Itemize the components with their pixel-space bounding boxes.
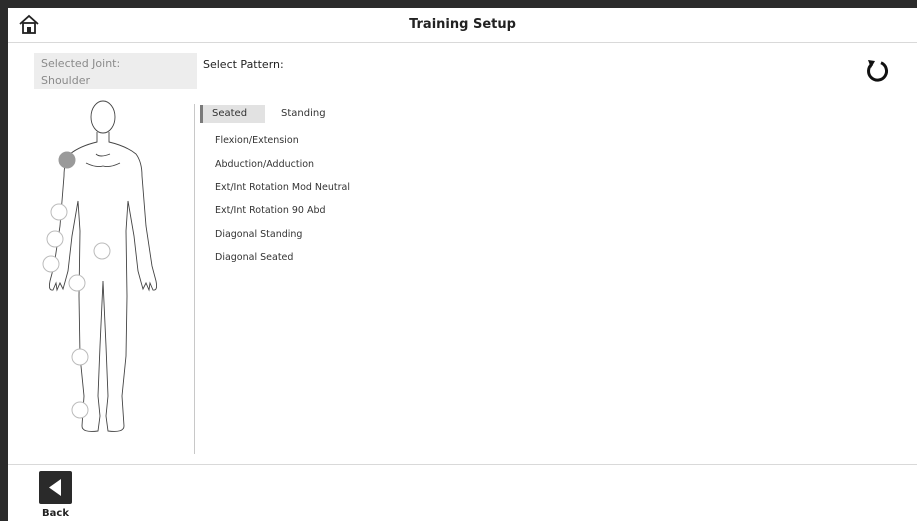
pattern-item-ext-int-rotation-mod-neutral[interactable]: Ext/Int Rotation Mod Neutral: [215, 181, 350, 195]
joint-markers: [42, 151, 111, 419]
home-icon: [19, 14, 39, 34]
joint-hip-marker[interactable]: [93, 242, 111, 260]
panel-divider: [194, 104, 195, 454]
selected-joint-box: Selected Joint: Shoulder: [34, 53, 197, 89]
back-button[interactable]: [39, 471, 72, 504]
tab-standing[interactable]: Standing: [281, 105, 341, 123]
selected-joint-value: Shoulder: [41, 74, 90, 87]
pattern-item-flexion-extension[interactable]: Flexion/Extension: [215, 134, 299, 148]
tab-seated[interactable]: Seated: [200, 105, 265, 123]
app-window: Training Setup Selected Joint: Shoulder …: [8, 8, 917, 521]
joint-forearm-marker[interactable]: [46, 230, 64, 248]
joint-wrist-marker[interactable]: [42, 255, 60, 273]
page-title: Training Setup: [409, 17, 516, 32]
back-label: Back: [42, 508, 69, 519]
joint-shoulder-marker[interactable]: [58, 151, 76, 169]
pattern-item-diagonal-standing[interactable]: Diagonal Standing: [215, 228, 302, 242]
home-button[interactable]: [18, 13, 40, 35]
selected-joint-label: Selected Joint:: [41, 57, 121, 70]
select-pattern-label: Select Pattern:: [203, 58, 284, 71]
joint-ankle-marker[interactable]: [71, 401, 89, 419]
header-bar: Training Setup: [8, 8, 917, 43]
pattern-item-diagonal-seated[interactable]: Diagonal Seated: [215, 251, 293, 265]
joint-knee-marker[interactable]: [71, 348, 89, 366]
reset-icon: [867, 60, 888, 82]
reset-button[interactable]: [864, 58, 890, 84]
joint-hand-marker[interactable]: [68, 274, 86, 292]
pattern-item-abduction-adduction[interactable]: Abduction/Adduction: [215, 158, 314, 172]
joint-elbow-marker[interactable]: [50, 203, 68, 221]
triangle-left-icon: [49, 479, 61, 496]
footer-divider: [8, 464, 917, 465]
pattern-item-ext-int-rotation-90-abd[interactable]: Ext/Int Rotation 90 Abd: [215, 204, 326, 218]
